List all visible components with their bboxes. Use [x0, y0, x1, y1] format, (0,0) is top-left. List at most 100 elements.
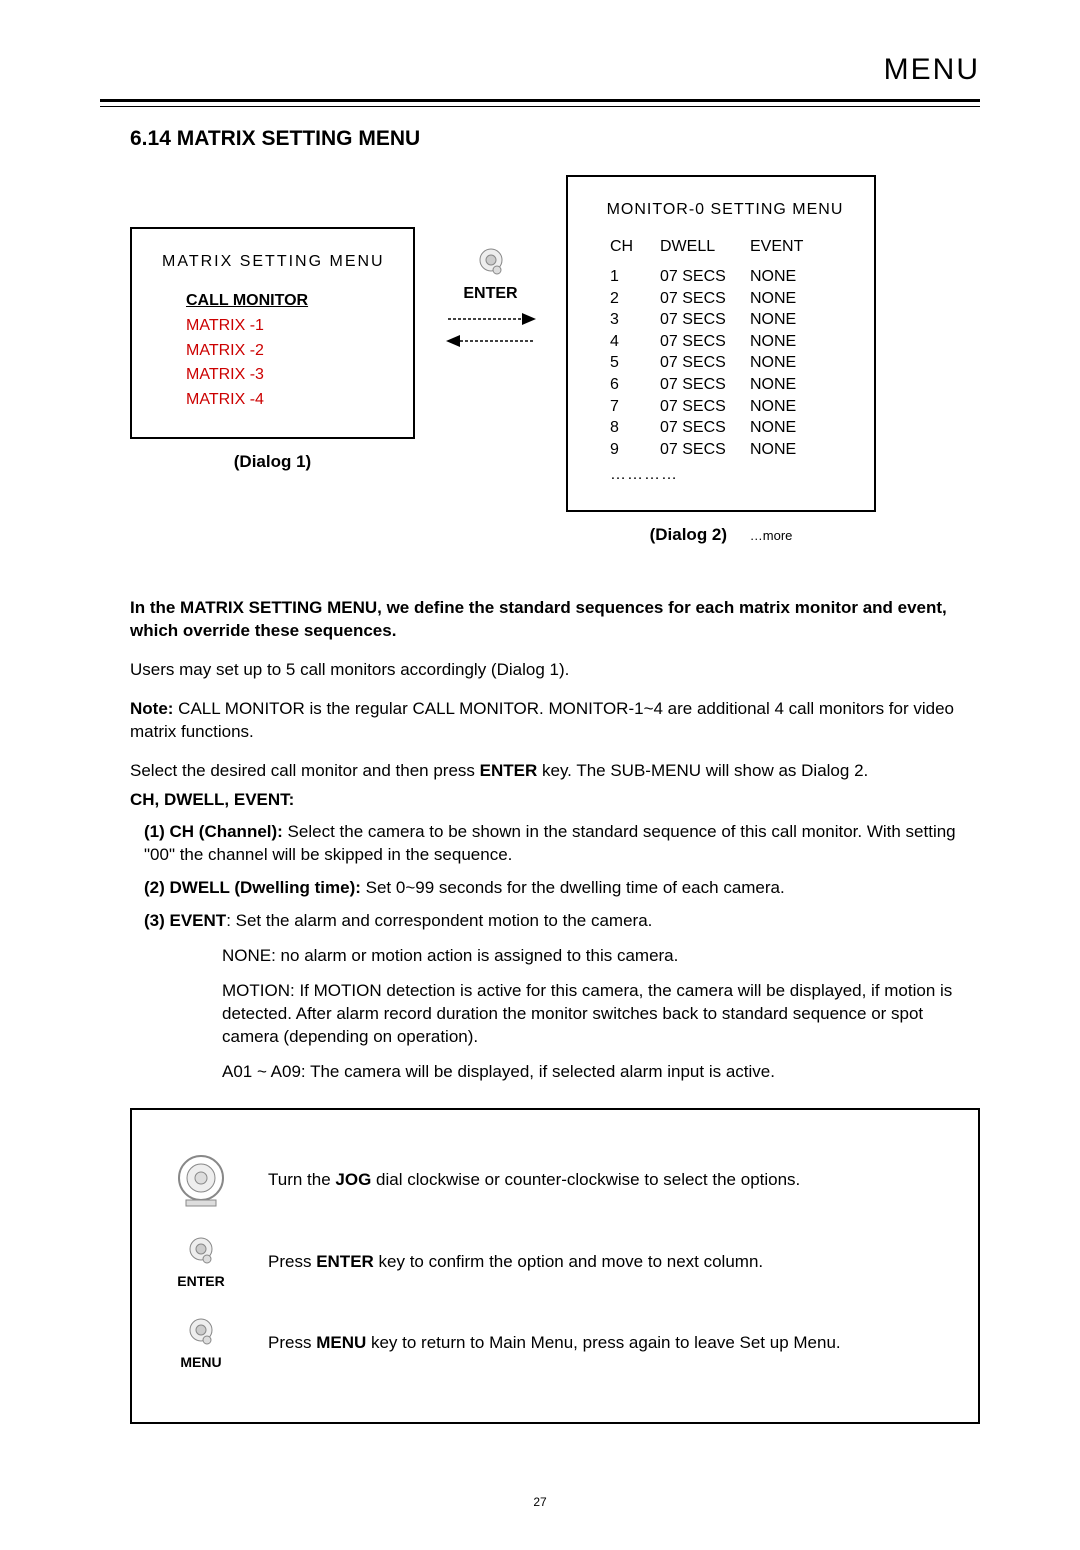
jog-dial-icon — [162, 1152, 240, 1210]
text: Set 0~99 seconds for the dwelling time o… — [361, 878, 785, 897]
cell-ch: 5 — [610, 352, 660, 374]
dialog1-item: MATRIX -3 — [186, 364, 391, 386]
t: dial clockwise or counter-clockwise to s… — [371, 1170, 800, 1189]
cell-dwell: 07 SECS — [660, 266, 750, 288]
jog-text: Turn the JOG dial clockwise or counter-c… — [268, 1169, 800, 1192]
cell-dwell: 07 SECS — [660, 309, 750, 331]
menu-button-icon: MENU — [162, 1315, 240, 1372]
arrow-right-icon — [446, 310, 536, 328]
menu-text: Press MENU key to return to Main Menu, p… — [268, 1332, 841, 1355]
dialog2-row: 207 SECSNONE — [610, 288, 852, 310]
dialog1-caption: (Dialog 1) — [130, 451, 415, 474]
cell-dwell: 07 SECS — [660, 374, 750, 396]
cell-dwell: 07 SECS — [660, 352, 750, 374]
t: key to return to Main Menu, press again … — [366, 1333, 840, 1352]
cell-event: NONE — [750, 352, 830, 374]
header-rule-thin — [100, 106, 980, 107]
arrow-left-icon — [446, 332, 536, 350]
col-event: EVENT — [750, 236, 830, 258]
cell-ch: 9 — [610, 439, 660, 461]
cell-dwell: 07 SECS — [660, 417, 750, 439]
dialog2-row: 807 SECSNONE — [610, 417, 852, 439]
cell-event: NONE — [750, 288, 830, 310]
item-2: (2) DWELL (Dwelling time): Set 0~99 seco… — [144, 877, 980, 900]
cell-ch: 7 — [610, 396, 660, 418]
label: (1) CH (Channel): — [144, 822, 283, 841]
text: key. The SUB-MENU will show as Dialog 2. — [537, 761, 868, 780]
select-paragraph: Select the desired call monitor and then… — [130, 760, 980, 783]
t: key to confirm the option and move to ne… — [374, 1252, 763, 1271]
dialog2-row: 107 SECSNONE — [610, 266, 852, 288]
label: (2) DWELL (Dwelling time): — [144, 878, 361, 897]
dialog1-box: MATRIX SETTING MENU CALL MONITOR MATRIX … — [130, 227, 415, 440]
t: Press — [268, 1333, 316, 1352]
none-paragraph: NONE: no alarm or motion action is assig… — [222, 945, 980, 968]
cell-ch: 4 — [610, 331, 660, 353]
dialog1-item: MATRIX -2 — [186, 340, 391, 362]
cell-event: NONE — [750, 417, 830, 439]
cell-dwell: 07 SECS — [660, 439, 750, 461]
header-rule-thick — [100, 99, 980, 102]
dialog2-header-row: CH DWELL EVENT — [610, 236, 852, 258]
dialog2-row: 407 SECSNONE — [610, 331, 852, 353]
button-icon — [474, 245, 508, 279]
col-ch: CH — [610, 236, 660, 258]
cell-event: NONE — [750, 266, 830, 288]
cell-event: NONE — [750, 309, 830, 331]
item-3: (3) EVENT: Set the alarm and corresponde… — [144, 910, 980, 933]
dialog2-ellipsis: ………… — [610, 464, 852, 486]
dialog2-row: 707 SECSNONE — [610, 396, 852, 418]
dialog2-title: MONITOR-0 SETTING MENU — [598, 199, 852, 221]
subtitle: CH, DWELL, EVENT: — [130, 789, 980, 812]
dialog2-row: 507 SECSNONE — [610, 352, 852, 374]
dialog2-more: …more — [750, 528, 793, 543]
jog-key: JOG — [335, 1170, 371, 1189]
jog-row: Turn the JOG dial clockwise or counter-c… — [162, 1152, 948, 1210]
enter-key: ENTER — [316, 1252, 374, 1271]
enter-row: ENTER Press ENTER key to confirm the opt… — [162, 1234, 948, 1291]
text: : Set the alarm and correspondent motion… — [226, 911, 652, 930]
cell-event: NONE — [750, 439, 830, 461]
cell-ch: 3 — [610, 309, 660, 331]
page-number: 27 — [100, 1494, 980, 1510]
col-dwell: DWELL — [660, 236, 750, 258]
t: Turn the — [268, 1170, 335, 1189]
intro-paragraph: In the MATRIX SETTING MENU, we define th… — [130, 597, 980, 643]
text: Select the desired call monitor and then… — [130, 761, 480, 780]
motion-paragraph: MOTION: If MOTION detection is active fo… — [222, 980, 980, 1049]
page-header-label: MENU — [100, 50, 980, 91]
dialog2-row: 607 SECSNONE — [610, 374, 852, 396]
enter-icon-label: ENTER — [162, 1272, 240, 1291]
note-text: CALL MONITOR is the regular CALL MONITOR… — [130, 699, 954, 741]
body-text: In the MATRIX SETTING MENU, we define th… — [130, 597, 980, 1084]
enter-text: Press ENTER key to confirm the option an… — [268, 1251, 763, 1274]
dialog2-row: 907 SECSNONE — [610, 439, 852, 461]
cell-dwell: 07 SECS — [660, 396, 750, 418]
dialog1-wrap: MATRIX SETTING MENU CALL MONITOR MATRIX … — [130, 175, 415, 475]
dialog2-wrap: MONITOR-0 SETTING MENU CH DWELL EVENT 10… — [566, 175, 876, 547]
cell-ch: 8 — [610, 417, 660, 439]
section-number: 6.14 — [130, 127, 171, 150]
users-paragraph: Users may set up to 5 call monitors acco… — [130, 659, 980, 682]
figures-row: MATRIX SETTING MENU CALL MONITOR MATRIX … — [130, 175, 980, 547]
menu-row: MENU Press MENU key to return to Main Me… — [162, 1315, 948, 1372]
t: Press — [268, 1252, 316, 1271]
controls-box: Turn the JOG dial clockwise or counter-c… — [130, 1108, 980, 1424]
dialog1-item: MATRIX -4 — [186, 389, 391, 411]
menu-icon-label: MENU — [162, 1353, 240, 1372]
section-title-text: MATRIX SETTING MENU — [177, 127, 420, 150]
cell-ch: 6 — [610, 374, 660, 396]
enter-label: ENTER — [433, 283, 548, 305]
dialog2-caption: (Dialog 2) — [650, 524, 727, 547]
alarm-paragraph: A01 ~ A09: The camera will be displayed,… — [222, 1061, 980, 1084]
dialog2-row: 307 SECSNONE — [610, 309, 852, 331]
section-heading: 6.14 MATRIX SETTING MENU — [130, 125, 980, 153]
menu-key: MENU — [316, 1333, 366, 1352]
cell-event: NONE — [750, 396, 830, 418]
cell-dwell: 07 SECS — [660, 288, 750, 310]
dialog1-title: MATRIX SETTING MENU — [162, 251, 391, 273]
note-paragraph: Note: CALL MONITOR is the regular CALL M… — [130, 698, 980, 744]
label: (3) EVENT — [144, 911, 226, 930]
cell-ch: 1 — [610, 266, 660, 288]
dialog1-selected-item: CALL MONITOR — [186, 290, 391, 312]
